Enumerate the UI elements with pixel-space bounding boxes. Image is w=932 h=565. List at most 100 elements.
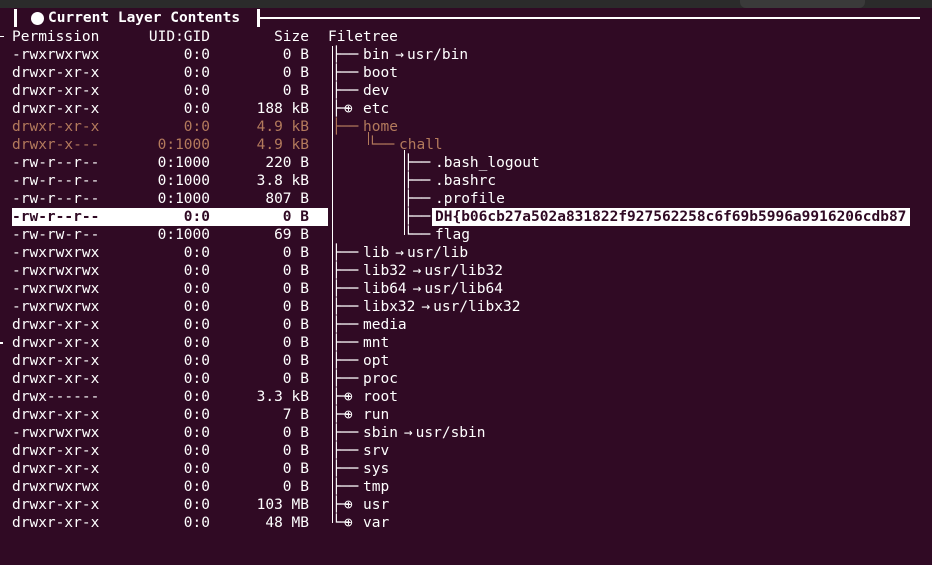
size-cell: 4.9 kB xyxy=(256,119,309,135)
file-row[interactable]: drwxr-xr-x 0:0 0 B ├── opt xyxy=(0,352,932,370)
file-row[interactable]: -rwxrwxrwx 0:0 0 B ├── sbin → usr/sbin xyxy=(0,424,932,442)
uidgid-cell: 0:0 xyxy=(183,407,210,423)
file-name[interactable]: etc xyxy=(363,100,389,118)
header-uidgid[interactable]: UID:GID xyxy=(149,28,210,46)
file-name[interactable]: boot xyxy=(363,64,398,82)
header-size[interactable]: Size xyxy=(274,28,309,46)
file-name[interactable]: root xyxy=(363,388,398,406)
right-arrow-icon: → xyxy=(395,47,404,63)
file-name-text: flag xyxy=(435,227,470,243)
file-name-text: etc xyxy=(363,101,390,117)
permission-cell: -rw-r--r-- xyxy=(12,191,100,207)
file-row[interactable]: drwxr-xr-x 0:0 0 B ├── dev xyxy=(0,82,932,100)
file-row[interactable]: drwxr-xr-x 0:0 0 B ├── mnt xyxy=(0,334,932,352)
file-name[interactable]: lib → usr/lib xyxy=(363,244,468,262)
file-name[interactable]: .bashrc xyxy=(435,172,496,190)
file-row[interactable]: -rwxrwxrwx 0:0 0 B ├── lib32 → usr/lib32 xyxy=(0,262,932,280)
file-row[interactable]: drwxr-x--- 0:1000 4.9 kB └── chall xyxy=(0,136,932,154)
tree-connector: ├── xyxy=(332,299,359,315)
tree-connector: └── xyxy=(368,137,395,153)
file-row[interactable]: drwxr-xr-x 0:0 7 B ├─ ⊕ run xyxy=(0,406,932,424)
uidgid-cell: 0:0 xyxy=(183,65,210,81)
tree-connector: ├── xyxy=(332,371,359,387)
header-permission[interactable]: Permission xyxy=(12,28,99,46)
file-name[interactable]: run xyxy=(363,406,389,424)
uidgid-cell: 0:0 xyxy=(183,371,210,387)
file-row[interactable]: drwxr-xr-x 0:0 48 MB └─ ⊕ var xyxy=(0,514,932,532)
file-name[interactable]: proc xyxy=(363,370,398,388)
tree-connector: ├── xyxy=(332,479,359,495)
permission-cell: drwxr-xr-x xyxy=(12,83,100,99)
file-row[interactable]: drwx------ 0:0 3.3 kB ├─ ⊕ root xyxy=(0,388,932,406)
file-name[interactable]: sbin → usr/sbin xyxy=(363,424,486,442)
file-row[interactable]: drwxr-xr-x 0:0 0 B ├── proc xyxy=(0,370,932,388)
file-name-text: usr xyxy=(363,497,390,513)
file-row[interactable]: -rw-rw-r-- 0:1000 69 B └── flag xyxy=(0,226,932,244)
right-arrow-icon: → xyxy=(395,245,404,261)
permission-cell: -rwxrwxrwx xyxy=(12,299,100,315)
file-name[interactable]: lib64 → usr/lib64 xyxy=(363,280,503,298)
symlink-target: usr/libx32 xyxy=(433,299,521,315)
size-cell: 48 MB xyxy=(265,515,309,531)
file-name[interactable]: srv xyxy=(363,442,389,460)
permission-cell: drwxr-xr-x xyxy=(12,371,100,387)
right-arrow-icon: → xyxy=(412,263,422,279)
file-row[interactable]: drwxrwxrwx 0:0 0 B ├── tmp xyxy=(0,478,932,496)
file-name[interactable]: tmp xyxy=(363,478,389,496)
file-row[interactable]: drwxr-xr-x 0:0 0 B ├── boot xyxy=(0,64,932,82)
circled-plus-icon[interactable]: ⊕ xyxy=(344,496,353,514)
tree-connector: ├── xyxy=(404,173,431,189)
file-row[interactable]: -rw-r--r-- 0:1000 807 B ├── .profile xyxy=(0,190,932,208)
size-cell: 69 B xyxy=(274,227,309,243)
file-name[interactable]: sys xyxy=(363,460,389,478)
file-name[interactable]: opt xyxy=(363,352,389,370)
file-row[interactable]: -rw-r--r-- 0:0 0 B ├── DH{b06cb27a502a831822… xyxy=(0,208,932,226)
file-name[interactable]: .profile xyxy=(435,190,505,208)
file-name-text: dev xyxy=(363,83,390,99)
file-name[interactable]: lib32 → usr/lib32 xyxy=(363,262,503,280)
file-name[interactable]: chall xyxy=(399,136,443,154)
file-row[interactable]: -rwxrwxrwx 0:0 0 B ├── bin → usr/bin xyxy=(0,46,932,64)
header-filetree[interactable]: Filetree xyxy=(328,28,398,46)
tree-connector: ├── xyxy=(404,209,431,225)
right-arrow-icon: → xyxy=(421,299,431,315)
file-row[interactable]: -rwxrwxrwx 0:0 0 B ├── lib64 → usr/lib64 xyxy=(0,280,932,298)
size-cell: 0 B xyxy=(282,443,309,459)
circled-plus-icon[interactable]: ⊕ xyxy=(344,406,353,424)
file-row[interactable]: drwxr-xr-x 0:0 0 B ├── srv xyxy=(0,442,932,460)
size-cell: 3.8 kB xyxy=(256,173,309,189)
file-row[interactable]: -rwxrwxrwx 0:0 0 B ├── libx32 → usr/libx32 xyxy=(0,298,932,316)
file-name[interactable]: libx32 → usr/libx32 xyxy=(363,298,520,316)
uidgid-cell: 0:0 xyxy=(183,353,210,369)
file-row[interactable]: -rw-r--r-- 0:1000 3.8 kB ├── .bashrc xyxy=(0,172,932,190)
file-name[interactable]: dev xyxy=(363,82,389,100)
permission-cell: -rwxrwxrwx xyxy=(12,425,100,441)
file-name[interactable]: bin → usr/bin xyxy=(363,46,468,64)
file-row[interactable]: -rw-r--r-- 0:1000 220 B ├── .bash_logout xyxy=(0,154,932,172)
uidgid-cell: 0:0 xyxy=(183,47,210,63)
circled-plus-icon[interactable]: ⊕ xyxy=(344,100,353,118)
file-name[interactable]: flag xyxy=(435,226,470,244)
file-row[interactable]: drwxr-xr-x 0:0 0 B ├── sys xyxy=(0,460,932,478)
size-cell: 0 B xyxy=(282,83,309,99)
permission-cell: drwxr-xr-x xyxy=(12,461,100,477)
pane-title-bar: Current Layer Contents xyxy=(0,9,932,27)
file-row[interactable]: drwxr-xr-x 0:0 103 MB ├─ ⊕ usr xyxy=(0,496,932,514)
file-name-text: sbin xyxy=(363,425,398,441)
file-name[interactable]: DH{b06cb27a502a831822f927562258c6f69b599… xyxy=(432,208,911,226)
file-name[interactable]: media xyxy=(363,316,407,334)
file-name-text: bin xyxy=(363,47,390,63)
file-row[interactable]: drwxr-xr-x 0:0 0 B ├── media xyxy=(0,316,932,334)
file-name[interactable]: usr xyxy=(363,496,389,514)
circled-plus-icon[interactable]: ⊕ xyxy=(344,514,353,532)
size-cell: 807 B xyxy=(265,191,309,207)
size-cell: 0 B xyxy=(282,335,309,351)
file-row[interactable]: -rwxrwxrwx 0:0 0 B ├── lib → usr/lib xyxy=(0,244,932,262)
file-row[interactable]: drwxr-xr-x 0:0 188 kB ├─ ⊕ etc xyxy=(0,100,932,118)
circled-plus-icon[interactable]: ⊕ xyxy=(344,388,353,406)
file-row[interactable]: drwxr-xr-x 0:0 4.9 kB ├── home xyxy=(0,118,932,136)
permission-cell: drwxr-xr-x xyxy=(12,101,100,117)
file-name[interactable]: .bash_logout xyxy=(435,154,540,172)
file-name[interactable]: var xyxy=(363,514,389,532)
file-name[interactable]: mnt xyxy=(363,334,389,352)
